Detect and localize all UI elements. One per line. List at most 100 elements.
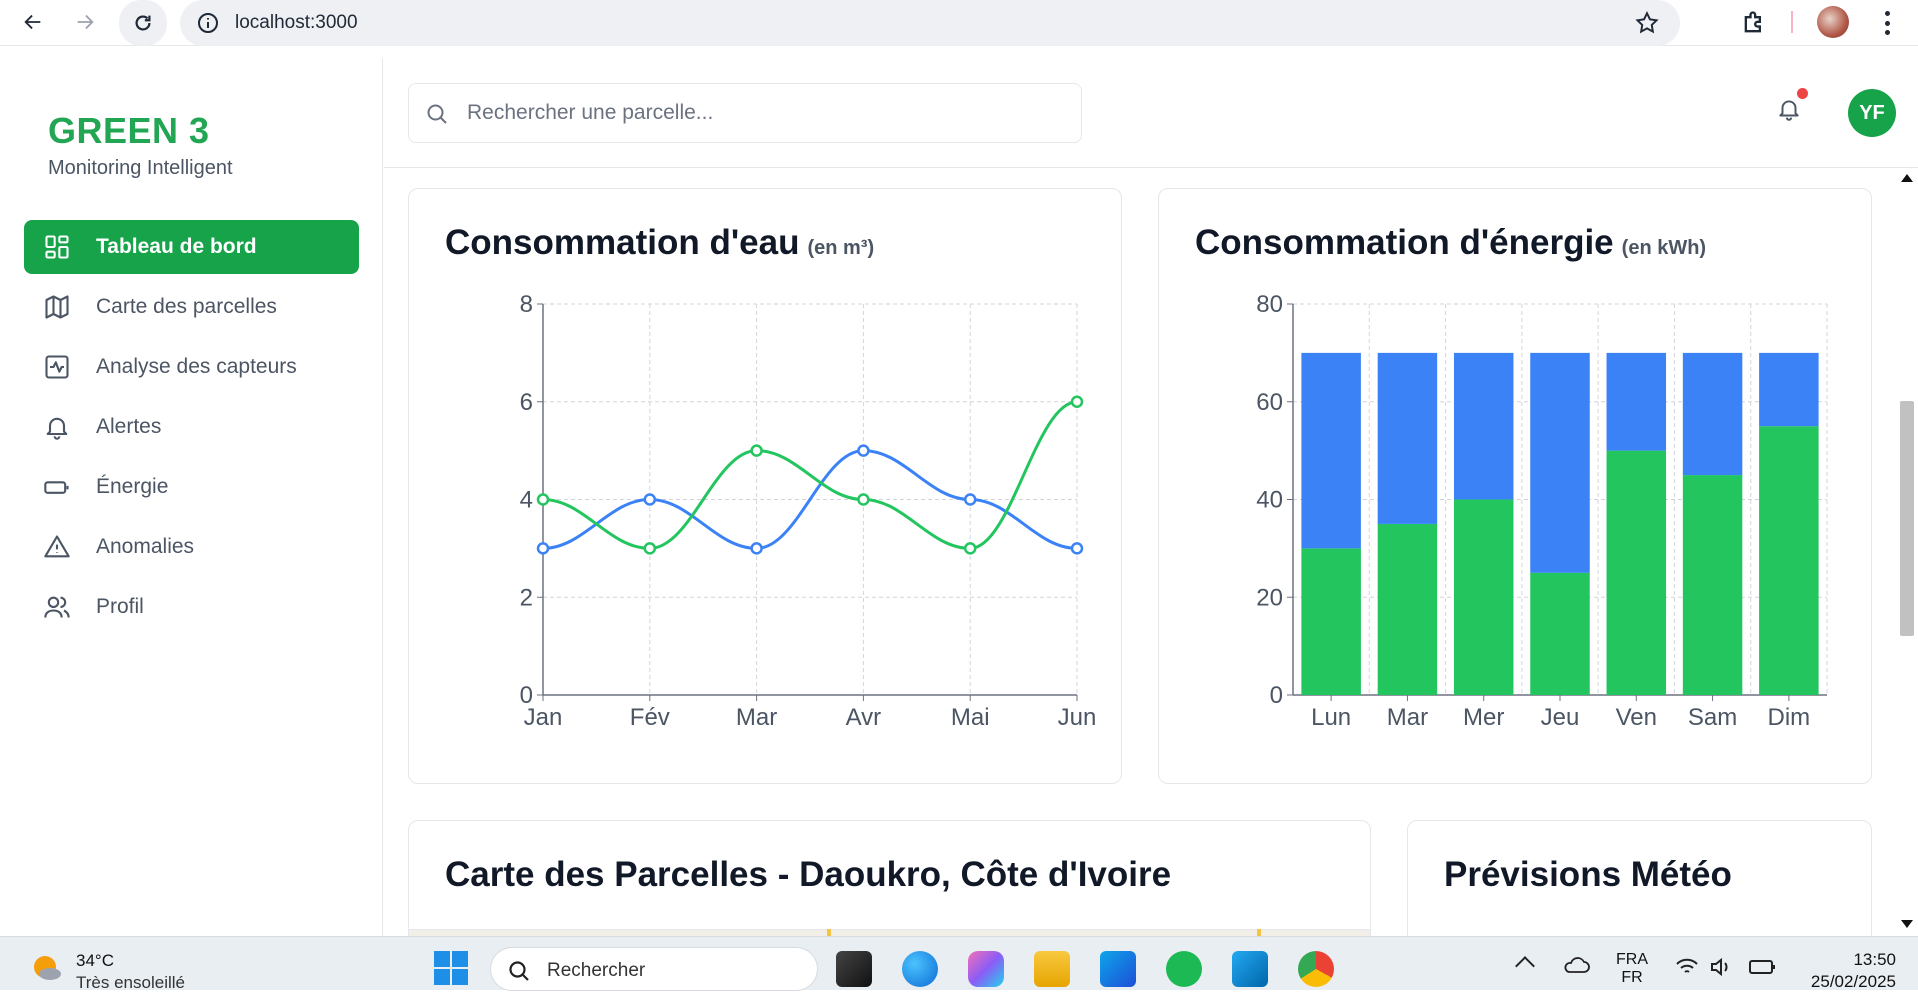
bar-ven-series-2 (1606, 352, 1667, 451)
bar-jeu-series-2 (1530, 352, 1590, 573)
energy-bar-chart: 0 20 40 60 80 Lun Mar Mer Jeu Ven Sam Dim (1256, 291, 1828, 731)
sidebar-item-label: Anomalies (96, 535, 195, 558)
windows-start-icon[interactable] (434, 951, 468, 985)
language-code: FRA (1616, 951, 1648, 968)
energy-consumption-card: Consommation d'énergie (en kWh) 0 20 40 60 80… (1158, 188, 1872, 784)
address-bar[interactable]: localhost:3000 (180, 0, 1680, 46)
taskbar-search[interactable]: Rechercher (490, 947, 818, 991)
notifications-button[interactable] (1776, 88, 1808, 126)
url-text[interactable]: localhost:3000 (235, 12, 358, 34)
bar-sam-series-2 (1682, 352, 1743, 476)
scroll-up-arrow[interactable] (1901, 174, 1913, 182)
toolbar-divider (1791, 11, 1793, 33)
sidebar-item-label: Carte des parcelles (96, 295, 277, 318)
x-tick-label: Jun (1058, 704, 1097, 731)
series-line-2 (542, 400, 1078, 550)
onedrive-cloud-icon[interactable] (1562, 955, 1590, 975)
bar-lun-series-2 (1301, 352, 1361, 549)
notification-dot (1797, 88, 1808, 99)
y-tick-label: 60 (1256, 389, 1283, 416)
dashboard-icon (42, 232, 72, 262)
data-point (1070, 395, 1084, 408)
chrome-icon[interactable] (1298, 951, 1334, 987)
sidebar-item-label: Énergie (96, 475, 169, 498)
y-tick-label: 2 (520, 584, 533, 611)
sidebar-item-label: Analyse des capteurs (96, 355, 297, 378)
y-tick-label: 0 (1270, 682, 1283, 709)
arrow-left-icon (24, 14, 41, 30)
extensions-icon[interactable] (1740, 9, 1768, 37)
sidebar-item-sensors[interactable]: Analyse des capteurs (24, 340, 359, 394)
wifi-icon (1676, 958, 1698, 973)
weather-description[interactable]: Très ensoleillé (76, 973, 185, 993)
store-icon[interactable] (1100, 951, 1136, 987)
bar-jeu-series-1 (1530, 572, 1590, 695)
chevron-up-icon[interactable] (1515, 956, 1535, 976)
copilot-icon[interactable] (968, 951, 1004, 987)
battery-icon (1749, 960, 1775, 974)
bar-sam-series-1 (1682, 475, 1743, 695)
notification-bell-icon (1779, 100, 1799, 121)
weather-card-title: Prévisions Météo (1444, 855, 1732, 894)
users-icon (42, 592, 72, 622)
data-point (536, 493, 550, 506)
sidebar-item-anomalies[interactable]: Anomalies (24, 520, 359, 574)
sidebar-item-dashboard[interactable]: Tableau de bord (24, 220, 359, 274)
sidebar-item-map[interactable]: Carte des parcelles (24, 280, 359, 334)
y-tick-label: 6 (520, 389, 533, 416)
map-card-title: Carte des Parcelles - Daoukro, Côte d'Iv… (445, 855, 1172, 894)
map-icon (42, 292, 72, 322)
bell-icon (42, 412, 72, 442)
spotify-icon[interactable] (1166, 951, 1202, 987)
sidebar-item-label: Alertes (96, 415, 162, 438)
keyboard-layout: FR (1621, 969, 1643, 986)
y-tick-label: 80 (1256, 291, 1283, 318)
reload-button[interactable] (119, 0, 167, 46)
forward-button[interactable] (67, 4, 103, 40)
water-line-chart: 02468Jan Fév Mar Avr Mai Jun (520, 291, 1097, 731)
bar-mer-series-1 (1453, 499, 1514, 695)
search-input[interactable] (467, 98, 1057, 128)
scroll-down-arrow[interactable] (1901, 920, 1913, 928)
sidebar-nav: Tableau de bord Carte des parcelles Anal… (24, 220, 359, 640)
task-view-icon[interactable] (836, 951, 872, 987)
y-tick-label: 8 (520, 291, 533, 318)
sidebar-item-label: Profil (96, 595, 144, 618)
system-tray-icons[interactable] (1674, 955, 1784, 979)
browser-menu-button[interactable] (1875, 6, 1899, 40)
back-button[interactable] (15, 4, 51, 40)
battery-icon (42, 472, 72, 502)
search-box[interactable] (408, 83, 1082, 143)
browser-profile-avatar[interactable] (1817, 6, 1849, 38)
data-point (1070, 542, 1084, 555)
warning-icon (42, 532, 72, 562)
scroll-thumb[interactable] (1900, 401, 1914, 636)
sidebar-item-energy[interactable]: Énergie (24, 460, 359, 514)
windows-taskbar: 34°C Très ensoleillé Rechercher FRA FR 1… (0, 936, 1918, 993)
sidebar-item-alerts[interactable]: Alertes (24, 400, 359, 454)
page-scrollbar[interactable] (1896, 168, 1918, 936)
clock-time: 13:50 (1853, 950, 1896, 969)
info-icon[interactable] (196, 11, 220, 35)
y-tick-label: 4 (520, 487, 533, 514)
taskbar-clock[interactable]: 13:50 25/02/2025 (1796, 949, 1896, 993)
volume-icon (1711, 957, 1728, 977)
user-avatar[interactable]: YF (1848, 89, 1896, 137)
input-language[interactable]: FRA FR (1616, 951, 1648, 987)
bar-mar-series-1 (1377, 523, 1438, 695)
bar-dim-series-2 (1759, 352, 1819, 427)
edge-browser-icon[interactable] (902, 951, 938, 987)
file-explorer-icon[interactable] (1034, 951, 1070, 987)
bookmark-star-icon[interactable] (1634, 10, 1660, 36)
brand-logo-text: GREEN 3 (48, 110, 210, 151)
vscode-icon[interactable] (1232, 951, 1268, 987)
browser-toolbar: localhost:3000 (0, 0, 1918, 46)
x-tick-label: Lun (1311, 704, 1351, 731)
activity-icon (42, 352, 72, 382)
x-tick-label: Mai (951, 704, 990, 731)
x-tick-label: Mer (1463, 704, 1504, 731)
data-point (643, 493, 657, 506)
weather-temperature[interactable]: 34°C (76, 951, 114, 971)
sidebar-item-profile[interactable]: Profil (24, 580, 359, 634)
sun-weather-icon[interactable] (30, 950, 64, 984)
